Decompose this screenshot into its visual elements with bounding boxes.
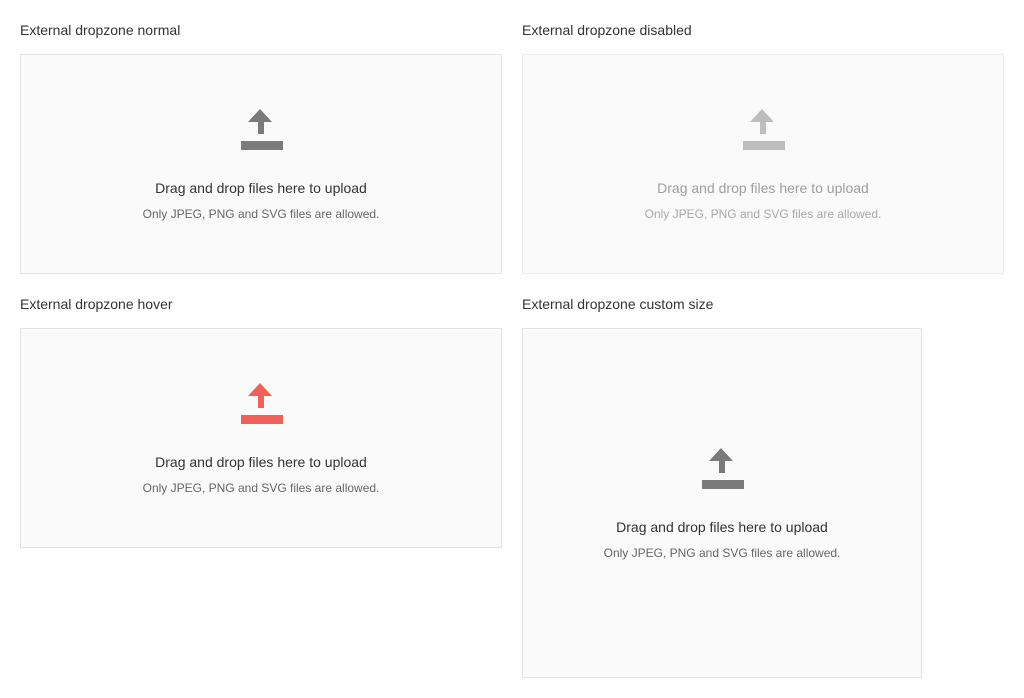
dropzone-title: Drag and drop files here to upload — [616, 519, 828, 535]
dropzone-title: Drag and drop files here to upload — [657, 180, 869, 196]
section-label-disabled: External dropzone disabled — [522, 22, 692, 38]
section-label-hover: External dropzone hover — [20, 296, 173, 312]
dropzone-custom-size[interactable]: Drag and drop files here to upload Only … — [522, 328, 922, 678]
upload-icon — [241, 109, 283, 150]
dropzone-hint: Only JPEG, PNG and SVG files are allowed… — [142, 481, 380, 495]
dropzone-hint: Only JPEG, PNG and SVG files are allowed… — [142, 207, 380, 221]
dropzone-title: Drag and drop files here to upload — [155, 454, 367, 470]
dropzone-hint: Only JPEG, PNG and SVG files are allowed… — [644, 207, 882, 221]
upload-icon — [241, 383, 283, 424]
dropzone-hint: Only JPEG, PNG and SVG files are allowed… — [603, 546, 841, 560]
dropzone-normal[interactable]: Drag and drop files here to upload Only … — [20, 54, 502, 274]
dropzone-disabled: Drag and drop files here to upload Only … — [522, 54, 1004, 274]
dropzone-hover[interactable]: Drag and drop files here to upload Only … — [20, 328, 502, 548]
upload-icon — [702, 448, 744, 489]
upload-icon — [743, 109, 785, 150]
dropzone-title: Drag and drop files here to upload — [155, 180, 367, 196]
section-label-normal: External dropzone normal — [20, 22, 181, 38]
section-label-custom-size: External dropzone custom size — [522, 296, 714, 312]
